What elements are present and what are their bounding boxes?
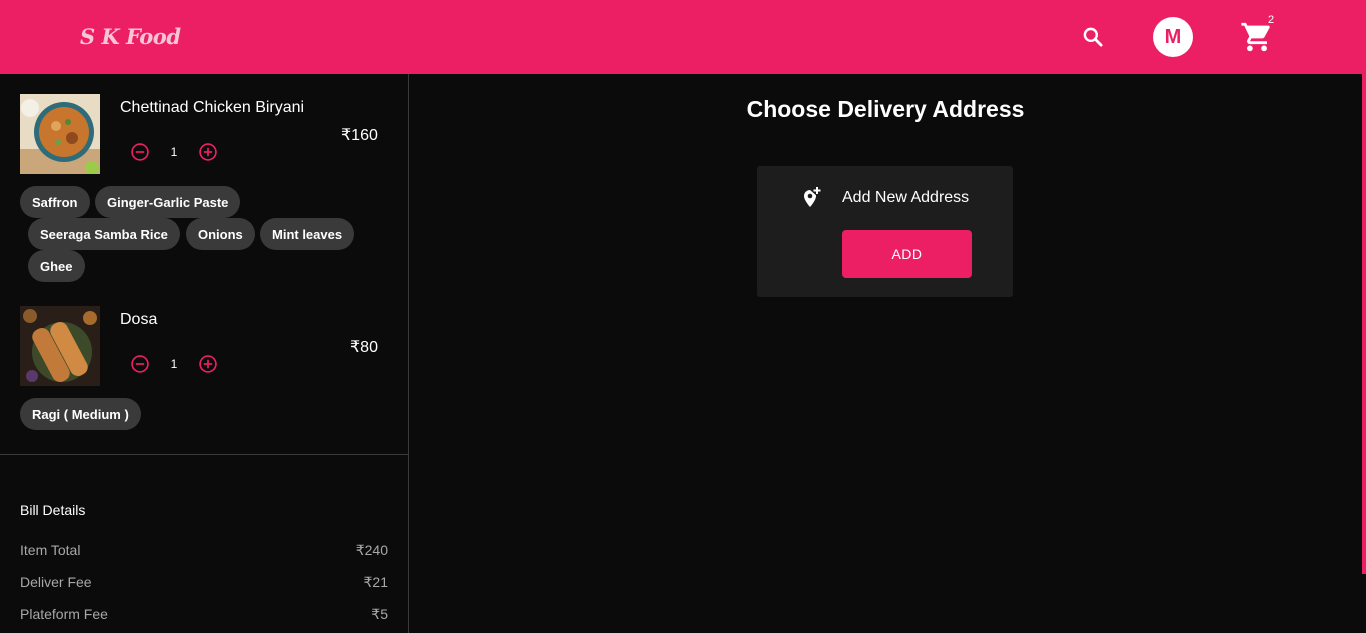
item-image-biryani [20, 94, 100, 174]
addon-chip[interactable]: Saffron [20, 186, 90, 218]
quantity-value: 1 [170, 145, 178, 159]
bill-row: Plateform Fee ₹5 [20, 606, 388, 623]
scrollbar[interactable] [1362, 0, 1366, 574]
add-location-icon [804, 187, 821, 207]
item-name: Chettinad Chicken Biryani [120, 99, 305, 116]
decrease-quantity-button[interactable] [130, 354, 150, 374]
bill-row: Deliver Fee ₹21 [20, 574, 388, 591]
bill-row-value: ₹240 [355, 542, 388, 558]
top-app-bar: S K Food M 2 [0, 0, 1366, 74]
bill-row-value: ₹21 [363, 574, 388, 590]
addon-chip[interactable]: Onions [186, 218, 255, 250]
bill-row: Item Total ₹240 [20, 542, 388, 559]
search-button[interactable] [1080, 24, 1106, 50]
decrease-quantity-button[interactable] [130, 142, 150, 162]
quantity-stepper: 1 [130, 354, 218, 374]
divider [0, 454, 408, 455]
item-price: ₹80 [350, 339, 378, 356]
bill-row-label: Item Total [20, 542, 81, 558]
bill-row-label: Deliver Fee [20, 574, 92, 590]
addon-chip[interactable]: Ghee [28, 250, 85, 282]
item-image-dosa [20, 306, 100, 386]
search-icon [1083, 27, 1103, 47]
addon-chip[interactable]: Ragi ( Medium ) [20, 398, 141, 430]
increase-quantity-button[interactable] [198, 142, 218, 162]
increase-quantity-button[interactable] [198, 354, 218, 374]
addon-chip[interactable]: Ginger-Garlic Paste [95, 186, 241, 218]
page-title: Choose Delivery Address [746, 96, 1025, 122]
cart-count-badge: 2 [1268, 14, 1275, 26]
quantity-stepper: 1 [130, 142, 218, 162]
quantity-value: 1 [170, 357, 178, 371]
add-new-address-label: Add New Address [842, 189, 970, 206]
item-price: ₹160 [341, 127, 378, 144]
bill-details-title: Bill Details [20, 502, 86, 518]
addon-chip[interactable]: Mint leaves [260, 218, 355, 250]
bill-row-label: Plateform Fee [20, 606, 108, 622]
brand-logo[interactable]: S K Food [80, 24, 181, 49]
user-avatar[interactable]: M [1153, 17, 1193, 57]
add-address-card: Add New Address ADD [757, 166, 1013, 297]
addon-chip[interactable]: Seeraga Samba Rice [28, 218, 180, 250]
item-name: Dosa [120, 311, 158, 328]
cart-panel: Chettinad Chicken Biryani ₹160 1 Saffron… [0, 74, 409, 633]
add-address-button[interactable]: ADD [842, 230, 972, 278]
bill-row-value: ₹5 [371, 606, 388, 622]
